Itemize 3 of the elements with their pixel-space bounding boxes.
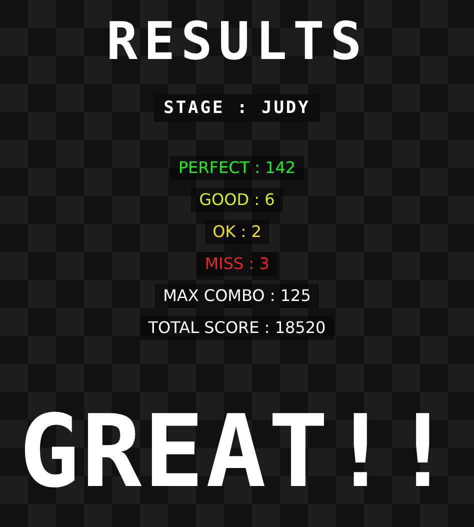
stage-label: STAGE : JUDY <box>154 94 320 122</box>
results-title: RESULTS <box>106 16 368 68</box>
rank-text: GREAT!! <box>19 402 455 502</box>
